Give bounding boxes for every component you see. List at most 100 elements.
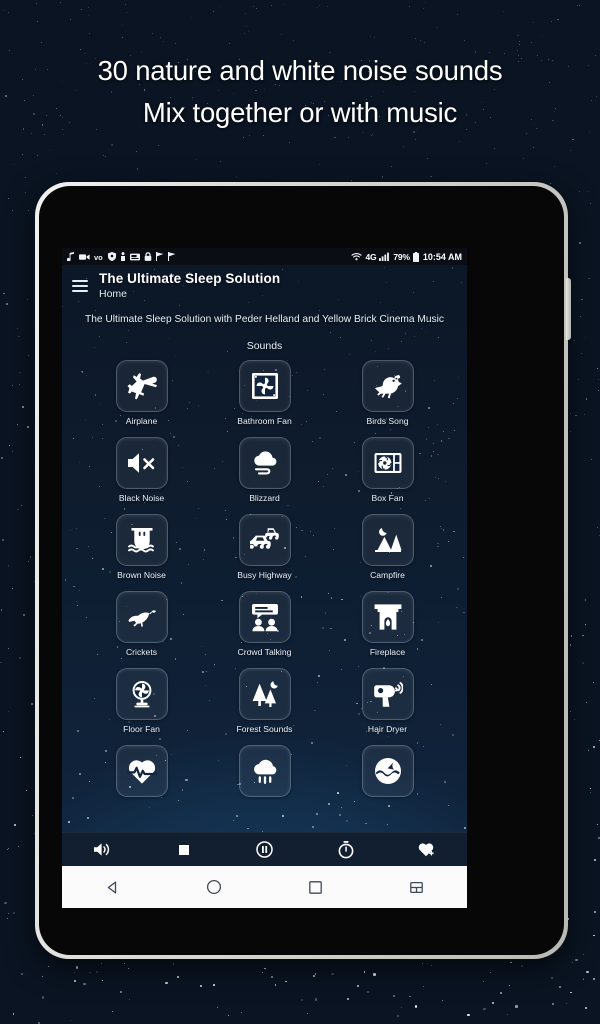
airplane-icon[interactable] [115,359,168,412]
waterfall-icon[interactable] [115,513,168,566]
speaker-mute-icon[interactable] [115,436,168,489]
sound-tile-label: Airplane [125,415,158,426]
sound-tile[interactable]: Black Noise [80,436,203,504]
sound-tile[interactable]: Airplane [80,359,203,427]
signal-bars-icon [379,252,390,261]
sounds-section-header: Sounds [246,339,283,352]
sound-tile-label: Crickets [125,646,158,657]
promo-headline: 30 nature and white noise sounds Mix tog… [0,50,600,134]
home-button[interactable] [163,879,264,895]
flag-icon [168,252,176,261]
sound-tile-label: Fireplace [369,646,406,657]
ocean-wave-icon[interactable] [361,744,414,797]
crowd-talking-icon[interactable] [238,590,291,643]
sound-tile-label: Forest Sounds [236,723,293,734]
sound-tile[interactable]: Brown Noise [80,513,203,581]
svg-text:vo: vo [94,253,103,261]
sound-tile[interactable]: Fireplace [326,590,449,658]
sound-tile[interactable]: Crowd Talking [203,590,326,658]
forest-trees-moon-icon[interactable] [238,667,291,720]
back-triangle-icon [107,881,117,893]
campfire-moon-icon[interactable] [361,513,414,566]
headline-line-2: Mix together or with music [142,97,458,128]
sd-card-icon [130,253,140,260]
sound-tile-label: Campfire [370,569,405,580]
sound-tile-label: Floor Fan [123,723,160,734]
hair-dryer-icon[interactable] [361,667,414,720]
sounds-grid: Airplane Bathroom Fan Birds Song Black Nois… [62,359,467,801]
app-description: The Ultimate Sleep Solution with Peder H… [84,314,444,325]
sound-tile[interactable]: Floor Fan [80,667,203,735]
sound-tile-label: Hair Dryer [367,723,408,734]
box-fan-icon[interactable] [361,436,414,489]
timer-icon [338,840,353,858]
sound-tile-label: Blizzard [249,492,280,503]
sound-tile[interactable]: Crickets [80,590,203,658]
status-bar-right-cluster: 4G 79% 10:54 AM [351,251,462,262]
rain-cloud-icon[interactable] [238,744,291,797]
page-title: The Ultimate Sleep Solution [99,271,281,286]
cricket-icon[interactable] [115,590,168,643]
sound-tile-label: Busy Highway [237,569,292,580]
sound-tile[interactable]: Hair Dryer [326,667,449,735]
player-control-bar [62,832,467,866]
sound-tile-label: Box Fan [371,492,404,503]
volume-button[interactable] [62,833,143,866]
status-bar: vo 4G 79% 10:54 AM [62,248,467,265]
sound-tile[interactable]: Bathroom Fan [203,359,326,427]
person-icon [121,252,125,261]
shield-icon [108,252,116,261]
back-button[interactable] [62,880,163,895]
volume-icon [94,843,110,856]
page-subtitle: Home [99,288,128,300]
recents-square-icon [308,880,322,894]
sound-tile-label: Bathroom Fan [237,415,292,426]
split-screen-icon [410,881,423,893]
sound-tile[interactable]: Busy Highway [203,513,326,581]
app-bar-titles: The Ultimate Sleep Solution Home [99,271,457,301]
hamburger-menu-icon[interactable] [72,277,88,294]
sound-tile[interactable]: Birds Song [326,359,449,427]
split-screen-button[interactable] [366,880,467,895]
sound-tile-label: Brown Noise [117,569,166,580]
sound-tile[interactable]: Forest Sounds [203,667,326,735]
stop-icon [178,844,189,855]
bird-icon[interactable] [361,359,414,412]
sound-tile[interactable] [326,744,449,801]
power-button[interactable] [566,278,571,340]
app-screen: vo 4G 79% 10:54 AM The Ultimate Sleep So… [62,248,467,908]
heartbeat-icon[interactable] [115,744,168,797]
sound-tile[interactable]: Blizzard [203,436,326,504]
stop-button[interactable] [143,833,224,866]
sound-tile-label: Black Noise [118,492,165,503]
favorites-button[interactable] [386,833,467,866]
cloud-wind-icon[interactable] [238,436,291,489]
wifi-icon [351,253,362,261]
status-bar-clock: 10:54 AM [422,251,462,262]
sound-tile[interactable]: Campfire [326,513,449,581]
sound-tile[interactable] [203,744,326,801]
bathroom-fan-icon[interactable] [238,359,291,412]
heart-icon [418,843,434,857]
pause-button[interactable] [224,833,305,866]
flag-icon [156,252,164,261]
floor-fan-icon[interactable] [115,667,168,720]
cars-icon[interactable] [238,513,291,566]
android-navigation-bar [62,866,467,908]
pause-circle-icon [256,841,273,858]
network-label: 4G [365,251,377,262]
app-bar: The Ultimate Sleep Solution Home [62,265,467,309]
lock-icon [144,252,152,261]
timer-button[interactable] [305,833,386,866]
sound-tile[interactable] [80,744,203,801]
music-note-icon [67,252,74,261]
home-circle-icon [206,879,221,895]
fireplace-icon[interactable] [361,590,414,643]
battery-icon [412,251,419,262]
camcorder-icon [79,253,90,260]
sound-tile[interactable]: Box Fan [326,436,449,504]
battery-percent-label: 79% [393,251,410,262]
status-bar-left-icons: vo [67,252,351,261]
recents-button[interactable] [265,880,366,895]
volte-icon: vo [94,253,103,261]
